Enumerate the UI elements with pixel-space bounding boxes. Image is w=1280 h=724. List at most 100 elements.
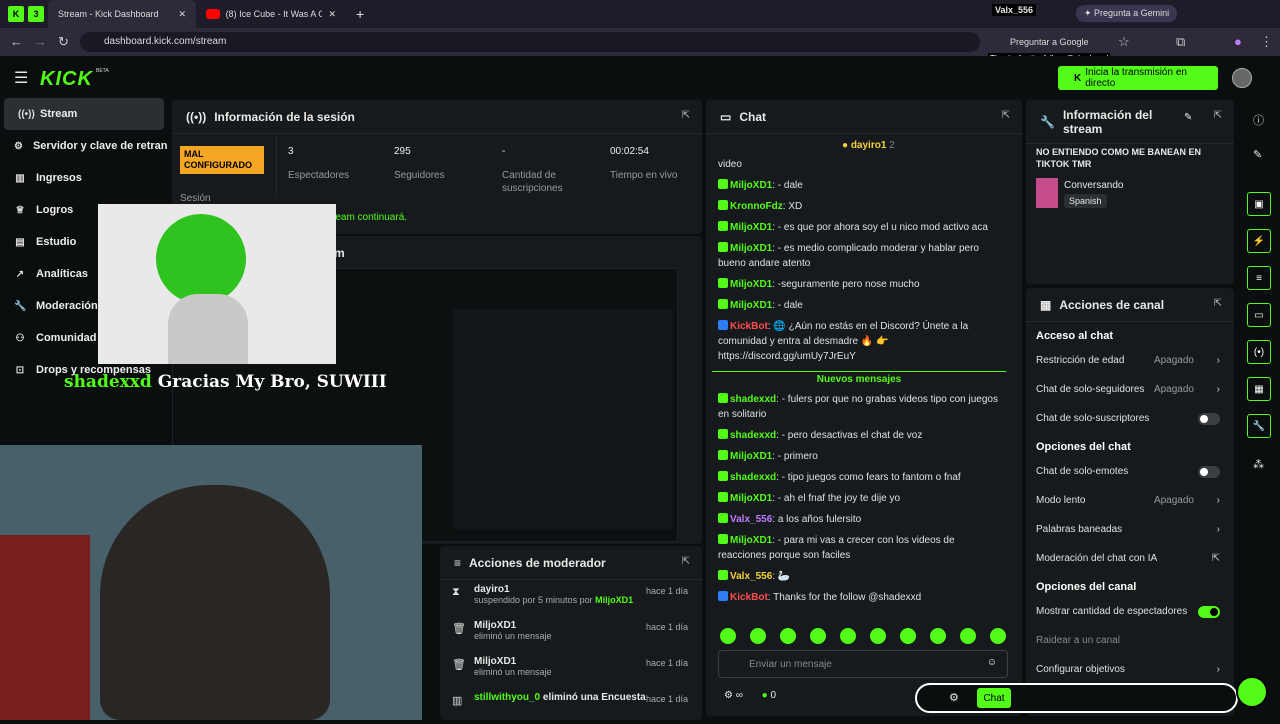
setting-value: Apagado — [1153, 355, 1194, 366]
chat-send-button[interactable]: Chat — [977, 688, 1011, 708]
mod-actions-panel: ≡ Acciones de moderador ⇱ ⧗ dayiro1 suspend… — [440, 546, 702, 720]
divider — [276, 136, 277, 198]
sidebar-item-server[interactable]: ⚙Servidor y clave de retransmisión — [0, 130, 168, 162]
setting-label: Modo lento — [1036, 495, 1086, 506]
emote-icon[interactable] — [960, 628, 976, 644]
chat-username[interactable]: KickBot — [730, 592, 768, 603]
emote-icon[interactable] — [870, 628, 886, 644]
setting-row[interactable]: Chat de solo-emotes — [1026, 457, 1234, 486]
setting-row[interactable]: Moderación del chat con IA ⇱ — [1026, 544, 1234, 573]
rail-lightning-icon[interactable]: ⚡ — [1247, 229, 1271, 253]
back-icon[interactable]: ← — [10, 34, 23, 49]
reload-icon[interactable]: ↻ — [58, 34, 69, 50]
revenue-icon: ▥ — [15, 172, 25, 184]
chat-username[interactable]: MiljoXD1 — [730, 300, 772, 311]
popout-icon[interactable]: ⇱ — [682, 110, 690, 121]
list-icon: ≡ — [454, 555, 462, 570]
rail-channel-icon[interactable]: ▦ — [1247, 377, 1271, 401]
chat-username[interactable]: shadexxd — [730, 472, 776, 483]
sidebar-item-stream[interactable]: ((•)) Stream — [4, 98, 164, 130]
chevron-right-icon: › — [1216, 524, 1220, 535]
emote-icon[interactable] — [990, 628, 1006, 644]
share-icon[interactable]: ⁂ — [1253, 458, 1264, 471]
setting-row[interactable]: Chat de solo-seguidores Apagado › — [1026, 375, 1234, 404]
chat-username[interactable]: shadexxd — [730, 394, 776, 405]
pencil-icon[interactable]: ✎ — [1253, 148, 1262, 161]
tab-youtube[interactable]: (8) Ice Cube - It Was A Good Da✕ — [196, 0, 346, 28]
setting-row[interactable]: Configurar objetivos › — [1026, 655, 1234, 684]
chat-username[interactable]: KronnoFdz — [730, 201, 783, 212]
chat-username[interactable]: MiljoXD1 — [730, 243, 772, 254]
profile-icon[interactable]: ● — [1234, 34, 1242, 49]
pinned-user[interactable]: ● dayiro1 2 — [842, 140, 895, 151]
chat-input[interactable]: Enviar un mensaje ☺ — [718, 650, 1008, 678]
edit-icon[interactable]: ✎ — [1184, 112, 1192, 123]
toggle-switch[interactable] — [1198, 465, 1220, 478]
gemini-button[interactable]: ✦ Pregunta a Gemini — [1076, 5, 1178, 22]
setting-row[interactable]: Mostrar cantidad de espectadores — [1026, 597, 1234, 626]
settings-icon[interactable]: ⚙ — [949, 691, 959, 704]
toggle-switch[interactable] — [1198, 412, 1220, 425]
url-field[interactable]: dashboard.kick.com/stream — [80, 32, 980, 52]
new-tab-button[interactable]: + — [346, 0, 374, 28]
kick-logo[interactable]: KICK — [40, 68, 93, 91]
rail-wrench-icon[interactable]: 🔧 — [1247, 414, 1271, 438]
channel-icon: ▦ — [1040, 297, 1052, 312]
emote-icon[interactable] — [930, 628, 946, 644]
help-bubble-icon[interactable] — [1236, 676, 1268, 708]
chat-username[interactable]: Valx_556 — [730, 571, 772, 582]
emote-icon[interactable] — [900, 628, 916, 644]
chat-username[interactable]: MiljoXD1 — [730, 180, 772, 191]
close-icon[interactable]: ✕ — [178, 9, 186, 20]
rail-list-icon[interactable]: ≡ — [1247, 266, 1271, 290]
badge-icon — [718, 200, 728, 210]
ask-google-button[interactable]: Preguntar a Google — [1010, 37, 1089, 47]
chat-username[interactable]: Valx_556 — [730, 514, 772, 525]
popout-icon[interactable]: ⇱ — [682, 556, 690, 567]
setting-row[interactable]: Modo lento Apagado › — [1026, 486, 1234, 515]
rail-video-icon[interactable]: ▣ — [1247, 192, 1271, 216]
hamburger-icon[interactable]: ☰ — [14, 68, 28, 88]
popout-icon[interactable]: ⇱ — [1002, 110, 1010, 121]
popout-icon[interactable]: ⇱ — [1214, 110, 1222, 121]
wrench-icon: 🔧 — [1040, 114, 1055, 129]
forward-icon[interactable]: → — [34, 34, 47, 49]
emote-icon[interactable] — [780, 628, 796, 644]
avatar[interactable] — [1232, 68, 1252, 88]
rail-broadcast-icon[interactable]: (•) — [1247, 340, 1271, 364]
chevron-right-icon: › — [1216, 355, 1220, 366]
mod-row: 🗑 MiljoXD1 eliminó un mensaje hace 1 día — [452, 656, 688, 677]
setting-row[interactable]: Restricción de edad Apagado › — [1026, 346, 1234, 375]
chat-text: : - tipo juegos como fears to fantom o f… — [776, 472, 961, 483]
rail-chat-icon[interactable]: ▭ — [1247, 303, 1271, 327]
chat-username[interactable]: MiljoXD1 — [730, 222, 772, 233]
category-name[interactable]: Conversando — [1064, 180, 1123, 191]
emote-icon[interactable] — [810, 628, 826, 644]
setting-row[interactable]: Palabras baneadas › — [1026, 515, 1234, 544]
chat-username[interactable]: shadexxd — [730, 430, 776, 441]
chat-username[interactable]: MiljoXD1 — [730, 493, 772, 504]
tab-kick-dashboard[interactable]: Stream - Kick Dashboard ✕ — [48, 0, 196, 28]
chat-username[interactable]: MiljoXD1 — [730, 279, 772, 290]
setting-row[interactable]: Chat de solo-suscriptores — [1026, 404, 1234, 433]
chat-username[interactable]: MiljoXD1 — [730, 451, 772, 462]
setting-row[interactable]: Raidear a un canal — [1026, 626, 1234, 655]
settings-icon[interactable]: ⚙ ∞ — [724, 690, 743, 701]
menu-icon[interactable]: ⋮ — [1260, 34, 1273, 50]
emote-icon[interactable] — [750, 628, 766, 644]
sidebar-item-revenue[interactable]: ▥ Ingresos — [0, 162, 168, 194]
chat-text: : - pero desactivas el chat de voz — [776, 430, 923, 441]
badge-icon — [718, 570, 728, 580]
emote-icon[interactable] — [840, 628, 856, 644]
extensions-icon[interactable]: ⧉ — [1176, 34, 1185, 50]
popout-icon[interactable]: ⇱ — [1214, 298, 1222, 309]
toggle-switch[interactable] — [1198, 605, 1220, 618]
emoji-icon[interactable]: ☺ — [987, 657, 997, 668]
info-icon[interactable]: ⓘ — [1253, 112, 1264, 128]
chat-username[interactable]: MiljoXD1 — [730, 535, 772, 546]
close-icon[interactable]: ✕ — [328, 9, 336, 20]
bookmark-star-icon[interactable]: ☆ — [1118, 34, 1130, 50]
go-live-button[interactable]: K Inicia la transmisión en directo — [1058, 66, 1218, 90]
emote-icon[interactable] — [720, 628, 736, 644]
chat-username[interactable]: KickBot — [730, 321, 768, 332]
